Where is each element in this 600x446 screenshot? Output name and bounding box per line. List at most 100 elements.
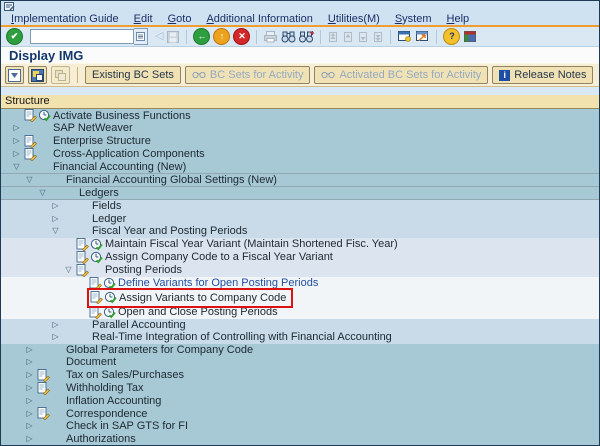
tree-row-parallel-accounting[interactable]: ▷Parallel Accounting bbox=[1, 319, 599, 332]
system-window-icon[interactable] bbox=[4, 2, 15, 12]
last-page-icon[interactable] bbox=[372, 30, 384, 43]
tree-item-label[interactable]: Financial Accounting (New) bbox=[51, 161, 186, 173]
tree-row-activate-business-functions[interactable]: Activate Business Functions bbox=[1, 109, 599, 122]
execute-activity-icon[interactable] bbox=[37, 109, 51, 122]
tree-item-label[interactable]: Cross-Application Components bbox=[51, 148, 205, 160]
enter-icon[interactable]: ✔ bbox=[6, 28, 23, 45]
collapsed-arrow-icon[interactable]: ▷ bbox=[10, 135, 23, 147]
tree-row-maintain-fiscal-year-variant-maintain-shortened-fisc-year[interactable]: Maintain Fiscal Year Variant (Maintain S… bbox=[1, 238, 599, 251]
expanded-arrow-icon[interactable]: ▽ bbox=[62, 264, 75, 276]
help-icon[interactable]: ? bbox=[443, 28, 460, 45]
collapsed-arrow-icon[interactable]: ▷ bbox=[49, 200, 62, 212]
img-activity-doc-icon[interactable] bbox=[23, 109, 37, 122]
expanded-arrow-icon[interactable]: ▽ bbox=[10, 161, 23, 173]
tree-row-authorizations[interactable]: ▷ Authorizations bbox=[1, 433, 599, 446]
execute-activity-icon[interactable] bbox=[89, 251, 103, 264]
img-activity-doc-icon[interactable] bbox=[36, 369, 50, 382]
tree-row-tax-on-sales-purchases[interactable]: ▷ Tax on Sales/Purchases bbox=[1, 369, 599, 382]
button-bc-sets-for-activity[interactable]: BC Sets for Activity bbox=[185, 66, 311, 84]
create-shortcut-icon[interactable] bbox=[415, 30, 430, 43]
collapsed-arrow-icon[interactable]: ▷ bbox=[23, 356, 36, 368]
tree-item-label[interactable]: Real-Time Integration of Controlling wit… bbox=[90, 331, 392, 343]
expanded-arrow-icon[interactable]: ▽ bbox=[36, 187, 49, 199]
tree-row-posting-periods[interactable]: ▽ Posting Periods bbox=[1, 264, 599, 277]
tree-row-inflation-accounting[interactable]: ▷ Inflation Accounting bbox=[1, 395, 599, 408]
tree-row-financial-accounting-global-settings-new[interactable]: ▽Financial Accounting Global Settings (N… bbox=[1, 173, 599, 187]
collapsed-arrow-icon[interactable]: ▷ bbox=[23, 382, 36, 394]
img-activity-doc-icon[interactable] bbox=[75, 238, 89, 251]
first-page-icon[interactable] bbox=[327, 30, 339, 43]
tree-item-label[interactable]: Posting Periods bbox=[103, 264, 182, 276]
tree-item-label[interactable]: Correspondence bbox=[64, 408, 147, 420]
tree-item-label[interactable]: SAP NetWeaver bbox=[51, 122, 133, 134]
tree-item-label[interactable]: Authorizations bbox=[64, 433, 136, 445]
tree-row-cross-application-components[interactable]: ▷ Cross-Application Components bbox=[1, 148, 599, 161]
command-history-icon[interactable] bbox=[134, 28, 148, 45]
collapsed-arrow-icon[interactable]: ▷ bbox=[23, 433, 36, 445]
menu-item-edit[interactable]: Edit bbox=[134, 13, 153, 25]
tree-item-label[interactable]: Tax on Sales/Purchases bbox=[64, 369, 184, 381]
collapsed-arrow-icon[interactable]: ▷ bbox=[23, 420, 36, 432]
tree-row-real-time-integration-of-controlling-with-financial-accounting[interactable]: ▷ Real-Time Integration of Controlling wi… bbox=[1, 331, 599, 344]
collapsed-arrow-icon[interactable]: ▷ bbox=[23, 344, 36, 356]
img-structure-tree[interactable]: Activate Business Functions ▷ SAP NetWeave… bbox=[1, 109, 599, 445]
menu-item-help[interactable]: Help bbox=[447, 13, 470, 25]
tree-item-label[interactable]: Open and Close Posting Periods bbox=[116, 306, 278, 318]
tree-item-label[interactable]: Ledger bbox=[90, 213, 126, 225]
collapsed-arrow-icon[interactable]: ▷ bbox=[49, 213, 62, 225]
tree-row-global-parameters-for-company-code[interactable]: ▷Global Parameters for Company Code bbox=[1, 344, 599, 357]
position-icon[interactable] bbox=[5, 66, 24, 84]
tree-item-label[interactable]: Withholding Tax bbox=[64, 382, 143, 394]
img-activity-doc-icon[interactable] bbox=[89, 291, 103, 304]
tree-item-label[interactable]: Fiscal Year and Posting Periods bbox=[90, 225, 247, 237]
new-session-icon[interactable] bbox=[397, 30, 412, 43]
img-activity-doc-icon[interactable] bbox=[23, 148, 37, 161]
img-activity-doc-icon[interactable] bbox=[36, 407, 50, 420]
tree-row-document[interactable]: ▷ Document bbox=[1, 356, 599, 369]
tree-row-withholding-tax[interactable]: ▷ Withholding Tax bbox=[1, 382, 599, 395]
collapsed-arrow-icon[interactable]: ▷ bbox=[10, 122, 23, 134]
expanded-arrow-icon[interactable]: ▽ bbox=[49, 225, 62, 237]
tree-item-label[interactable]: Inflation Accounting bbox=[64, 395, 161, 407]
print-icon[interactable] bbox=[263, 30, 278, 43]
copy-icon[interactable] bbox=[51, 66, 70, 84]
tree-item-label[interactable]: Document bbox=[64, 356, 116, 368]
tree-item-label[interactable]: Financial Accounting Global Settings (Ne… bbox=[64, 174, 277, 186]
tree-row-ledger[interactable]: ▷ Ledger bbox=[1, 213, 599, 226]
img-activity-doc-icon[interactable] bbox=[75, 251, 89, 264]
tree-row-check-in-sap-gts-for-fi[interactable]: ▷ Check in SAP GTS for FI bbox=[1, 420, 599, 433]
tree-row-sap-netweaver[interactable]: ▷ SAP NetWeaver bbox=[1, 122, 599, 135]
button-release-notes[interactable]: iRelease Notes bbox=[492, 66, 593, 84]
tree-item-label[interactable]: Check in SAP GTS for FI bbox=[64, 420, 188, 432]
menu-item-system[interactable]: System bbox=[395, 13, 432, 25]
find-next-icon[interactable] bbox=[299, 30, 314, 43]
button-activated-bc-sets-for-activity[interactable]: Activated BC Sets for Activity bbox=[314, 66, 488, 84]
menu-item-additional-information[interactable]: Additional Information bbox=[206, 13, 312, 25]
menu-item-implementation-guide[interactable]: Implementation Guide bbox=[11, 13, 119, 25]
command-input[interactable] bbox=[30, 29, 134, 44]
cancel-icon[interactable]: ✕ bbox=[233, 28, 250, 45]
img-activity-doc-icon[interactable] bbox=[23, 135, 37, 148]
tree-item-label[interactable]: Fields bbox=[90, 200, 121, 212]
customize-layout-icon[interactable] bbox=[463, 30, 477, 43]
img-activity-doc-icon[interactable] bbox=[75, 264, 89, 277]
collapsed-arrow-icon[interactable]: ▷ bbox=[23, 369, 36, 381]
img-info-icon[interactable] bbox=[28, 66, 47, 84]
back-icon[interactable]: ← bbox=[193, 28, 210, 45]
collapsed-arrow-icon[interactable]: ▷ bbox=[23, 395, 36, 407]
tree-item-label[interactable]: Assign Company Code to a Fiscal Year Var… bbox=[103, 251, 333, 263]
collapsed-arrow-icon[interactable]: ▷ bbox=[10, 148, 23, 160]
collapsed-arrow-icon[interactable]: ▷ bbox=[49, 331, 62, 343]
tree-row-ledgers[interactable]: ▽ Ledgers bbox=[1, 187, 599, 200]
menu-item-goto[interactable]: Goto bbox=[168, 13, 192, 25]
tree-row-correspondence[interactable]: ▷Correspondence bbox=[1, 407, 599, 420]
tree-item-label[interactable]: Ledgers bbox=[77, 187, 119, 199]
tree-item-label[interactable]: Parallel Accounting bbox=[90, 319, 186, 331]
tree-row-assign-company-code-to-a-fiscal-year-variant[interactable]: Assign Company Code to a Fiscal Year Var… bbox=[1, 251, 599, 264]
tree-row-assign-variants-to-company-code[interactable]: Assign Variants to Company Code bbox=[1, 290, 599, 306]
save-icon[interactable] bbox=[166, 30, 180, 44]
tree-row-financial-accounting-new[interactable]: ▽ Financial Accounting (New) bbox=[1, 161, 599, 174]
page-up-icon[interactable] bbox=[342, 30, 354, 43]
tree-item-label[interactable]: Activate Business Functions bbox=[51, 110, 191, 122]
button-existing-bc-sets[interactable]: Existing BC Sets bbox=[85, 66, 181, 84]
